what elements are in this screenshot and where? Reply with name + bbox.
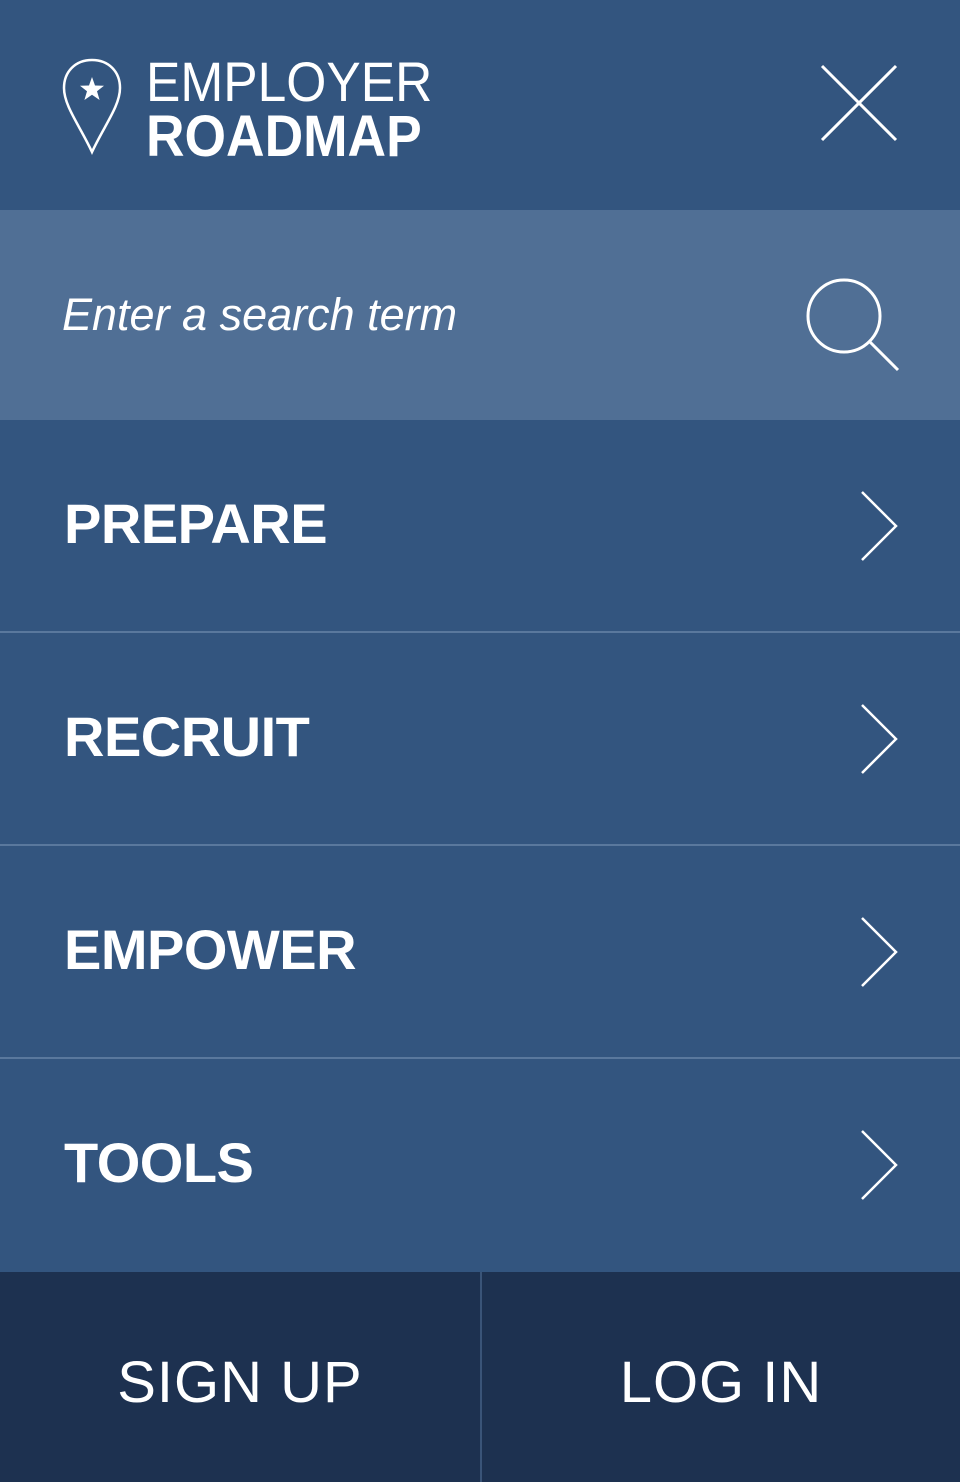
nav-item-label: PREPARE bbox=[64, 492, 328, 555]
nav-item-prepare[interactable]: PREPARE bbox=[0, 420, 960, 633]
logo-text-roadmap: ROADMAP bbox=[146, 104, 422, 169]
sign-up-label: SIGN UP bbox=[117, 1349, 363, 1415]
auth-footer: SIGN UP LOG IN bbox=[0, 1272, 960, 1482]
nav-item-label: TOOLS bbox=[64, 1131, 254, 1194]
search-input[interactable] bbox=[62, 280, 762, 350]
nav-item-tools[interactable]: TOOLS bbox=[0, 1059, 960, 1272]
nav-item-label: EMPOWER bbox=[64, 918, 357, 981]
log-in-label: LOG IN bbox=[619, 1349, 823, 1415]
close-icon[interactable] bbox=[814, 58, 904, 148]
chevron-right-icon bbox=[861, 1130, 898, 1200]
chevron-right-icon bbox=[861, 491, 898, 561]
search-icon[interactable] bbox=[800, 276, 904, 372]
nav-item-label: RECRUIT bbox=[64, 705, 310, 768]
nav-item-empower[interactable]: EMPOWER bbox=[0, 846, 960, 1059]
logo-text-employer: EMPLOYER bbox=[146, 50, 433, 113]
chevron-right-icon bbox=[861, 704, 898, 774]
map-pin-star-icon bbox=[62, 58, 122, 155]
nav-item-recruit[interactable]: RECRUIT bbox=[0, 633, 960, 846]
employer-roadmap-logo[interactable]: EMPLOYER ROADMAP bbox=[60, 52, 500, 172]
menu-header: EMPLOYER ROADMAP bbox=[0, 0, 960, 210]
chevron-right-icon bbox=[861, 917, 898, 987]
log-in-button[interactable]: LOG IN bbox=[482, 1272, 960, 1482]
sign-up-button[interactable]: SIGN UP bbox=[0, 1272, 480, 1482]
search-bar bbox=[0, 210, 960, 420]
